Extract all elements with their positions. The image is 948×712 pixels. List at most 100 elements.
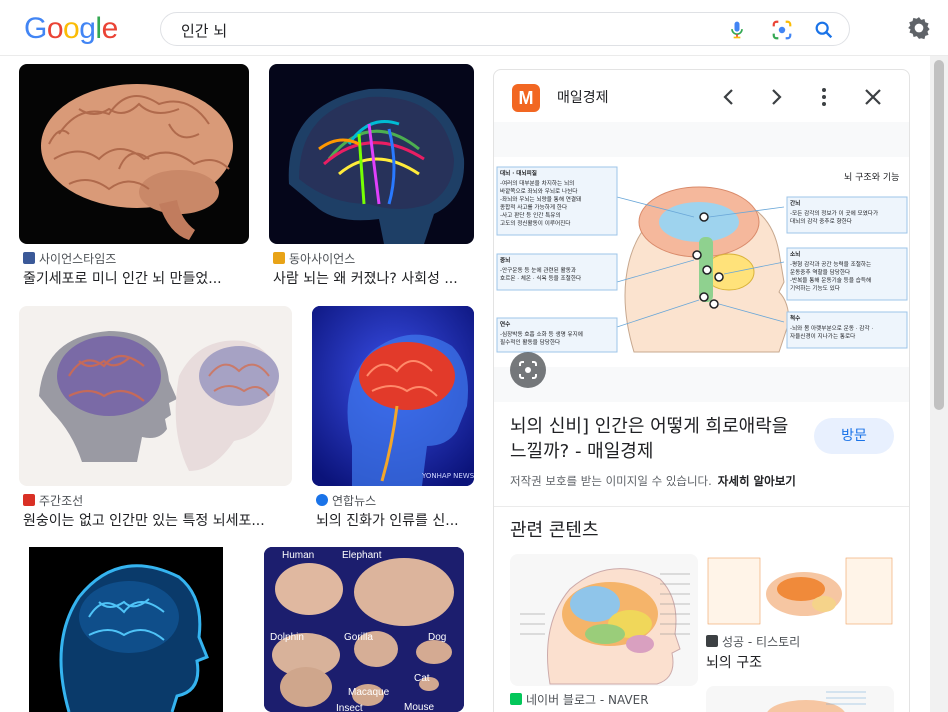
logo-letter: G	[24, 12, 47, 45]
diagram-box-line: -좌뇌와 우뇌는 뇌량을 통해 연결돼	[500, 195, 581, 203]
preview-image[interactable]: 뇌 구조와 기능 대뇌 · 대뇌피질 -여러의 대부분을 차지하는 뇌의 바깥쪽…	[494, 122, 909, 402]
logo-letter: o	[63, 12, 80, 45]
brain-structure-diagram: 뇌 구조와 기능 대뇌 · 대뇌피질 -여러의 대부분을 차지하는 뇌의 바깥쪽…	[494, 157, 909, 367]
species-label: Elephant	[342, 550, 382, 561]
diagram-box-line: 대뇌의 감각 중추로 향한다	[790, 217, 852, 225]
image-result[interactable]	[19, 547, 232, 712]
logo-letter: o	[46, 12, 64, 45]
image-result[interactable]: 주간조선 원숭이는 없고 인간만 있는 특정 뇌세포...	[19, 306, 292, 532]
diagram-box-line: -심장박동 호흡 소화 등 생명 유지에	[500, 330, 583, 338]
previous-chevron-icon[interactable]	[714, 82, 744, 112]
diagram-box-line: 바깥쪽으로 좌뇌와 우뇌로 나뉜다	[500, 187, 577, 195]
google-lens-icon[interactable]	[771, 19, 793, 41]
result-title[interactable]: 원숭이는 없고 인간만 있는 특정 뇌세포...	[23, 510, 289, 530]
diagram-box-title: 중뇌	[500, 256, 510, 264]
result-thumbnail[interactable]	[19, 64, 249, 244]
related-content-heading: 관련 콘텐츠	[510, 520, 599, 541]
diagram-box-line: 고도의 정신활동이 이루어진다	[500, 219, 570, 227]
result-thumbnail[interactable]	[19, 306, 292, 486]
search-input[interactable]: 인간 뇌	[181, 20, 227, 41]
related-thumbnail[interactable]	[706, 554, 894, 628]
brain-photo-image	[41, 84, 233, 240]
microphone-icon[interactable]	[727, 19, 747, 41]
diagram-box-line: -뇌와 몸 아랫부분으로 운동 · 감각 ·	[790, 324, 873, 332]
panel-source-name[interactable]: 매일경제	[557, 87, 609, 107]
copyright-notice: 저작권 보호를 받는 이미지일 수 있습니다. 자세히 알아보기	[510, 473, 796, 489]
related-thumbnail[interactable]	[510, 554, 698, 686]
source-name: 주간조선	[39, 494, 84, 508]
species-label: Macaque	[348, 687, 390, 698]
image-result[interactable]: 사이언스타임즈 줄기세포로 미니 인간 뇌 만들었...	[19, 64, 249, 294]
related-source[interactable]: 성공 - 티스토리	[706, 633, 800, 650]
logo-letter: g	[79, 12, 96, 45]
panel-result-title[interactable]: 뇌의 신비] 인간은 어떻게 희로애락을 느낄까? - 매일경제	[510, 414, 800, 464]
related-brain-diagram-image	[706, 554, 894, 628]
related-source[interactable]: 네이버 블로그 - NAVER	[510, 691, 649, 708]
naver-blog-favicon	[510, 693, 522, 705]
maeil-logo[interactable]: M	[512, 84, 540, 112]
related-thumbnail[interactable]	[706, 686, 894, 712]
result-source[interactable]: 동아사이언스	[273, 250, 355, 267]
diagram-box-title: 척수	[790, 314, 800, 322]
result-source[interactable]: 연합뉴스	[316, 492, 376, 509]
species-label: Cat	[414, 673, 430, 684]
diagram-box-line: -여러의 대부분을 차지하는 뇌의	[500, 179, 574, 187]
diagram-heading: 뇌 구조와 기능	[844, 171, 899, 183]
lens-search-button-icon[interactable]	[510, 352, 546, 388]
settings-gear-icon[interactable]	[906, 15, 932, 41]
search-icon[interactable]	[813, 19, 835, 41]
close-icon[interactable]	[858, 82, 888, 112]
diagram-box-line: 기억하는 기능도 있다	[790, 284, 840, 292]
tistory-favicon	[706, 635, 718, 647]
species-label: Dolphin	[270, 632, 304, 643]
result-thumbnail[interactable]	[19, 547, 232, 712]
image-result[interactable]: 동아사이언스 사람 뇌는 왜 커졌나? 사회성 ...	[269, 64, 474, 294]
diagram-box-title: 연수	[500, 320, 510, 328]
related-title[interactable]: 뇌의 구조	[706, 652, 762, 672]
species-label: Insect	[336, 703, 363, 712]
diagram-box-line: -평형 감각과 공간 능력을 조절하는	[790, 260, 871, 268]
result-thumbnail[interactable]: YONHAP NEWS	[312, 306, 474, 486]
diagram-box-line: 호르몬 · 체온 · 식욕 등을 조절한다	[500, 274, 581, 282]
species-label: Mouse	[404, 702, 434, 712]
source-favicon	[23, 494, 35, 506]
result-source[interactable]: 주간조선	[23, 492, 83, 509]
image-result[interactable]: YONHAP NEWS 연합뉴스 뇌의 진화가 인류를 신...	[312, 306, 474, 532]
result-title[interactable]: 사람 뇌는 왜 커졌나? 사회성 ...	[273, 268, 473, 288]
mammal-brains-comparison-image: Human Elephant Dolphin Gorilla Dog Cat M…	[264, 547, 464, 712]
result-source[interactable]: 사이언스타임즈	[23, 250, 116, 267]
blue-head-red-brain-image: YONHAP NEWS	[312, 306, 474, 486]
image-result[interactable]: Human Elephant Dolphin Gorilla Dog Cat M…	[264, 547, 464, 712]
logo-letter: e	[101, 12, 119, 45]
related-brain-diagram-image	[706, 686, 894, 712]
more-options-icon[interactable]	[809, 82, 839, 112]
search-box[interactable]: 인간 뇌	[160, 12, 850, 46]
learn-more-link[interactable]: 자세히 알아보기	[718, 474, 796, 488]
diagram-box-title: 대뇌 · 대뇌피질	[500, 169, 537, 177]
source-favicon	[316, 494, 328, 506]
brain-mri-tract-image	[288, 88, 465, 244]
result-thumbnail[interactable]	[269, 64, 474, 244]
species-label: Dog	[428, 632, 446, 643]
species-label: Human	[282, 550, 314, 561]
diagram-box-line: 필수적인 활동을 담당한다	[500, 338, 560, 346]
source-name: 성공 - 티스토리	[722, 635, 801, 649]
source-name: 사이언스타임즈	[39, 252, 117, 266]
result-title[interactable]: 뇌의 진화가 인류를 신...	[316, 510, 474, 530]
blue-glow-head-image	[29, 547, 223, 712]
diagram-box-line: -사고 판단 등 인간 특유의	[500, 211, 561, 219]
source-name: 네이버 블로그 - NAVER	[526, 693, 649, 707]
related-brain-diagram-image	[510, 554, 698, 686]
image-preview-panel: M 매일경제 뇌 구조와 기능 대뇌 · 대뇌피질 -여러의 대부분을 차지하는…	[493, 69, 910, 712]
page-scrollbar-thumb[interactable]	[934, 60, 944, 410]
diagram-box-line: 종합적 사고를 가능하게 한다	[500, 203, 567, 211]
source-favicon	[23, 252, 35, 264]
result-title[interactable]: 줄기세포로 미니 인간 뇌 만들었...	[23, 268, 249, 288]
next-chevron-icon[interactable]	[761, 82, 791, 112]
visit-button[interactable]: 방문	[814, 418, 894, 454]
result-thumbnail[interactable]: Human Elephant Dolphin Gorilla Dog Cat M…	[264, 547, 464, 712]
diagram-box-line: 자율신경이 지나가는 통로다	[790, 332, 855, 340]
google-logo[interactable]: Google	[24, 12, 118, 46]
diagram-box-line: -안구운동 등 눈에 관련된 활동과	[500, 266, 576, 274]
yonhap-watermark: YONHAP NEWS	[421, 472, 474, 480]
